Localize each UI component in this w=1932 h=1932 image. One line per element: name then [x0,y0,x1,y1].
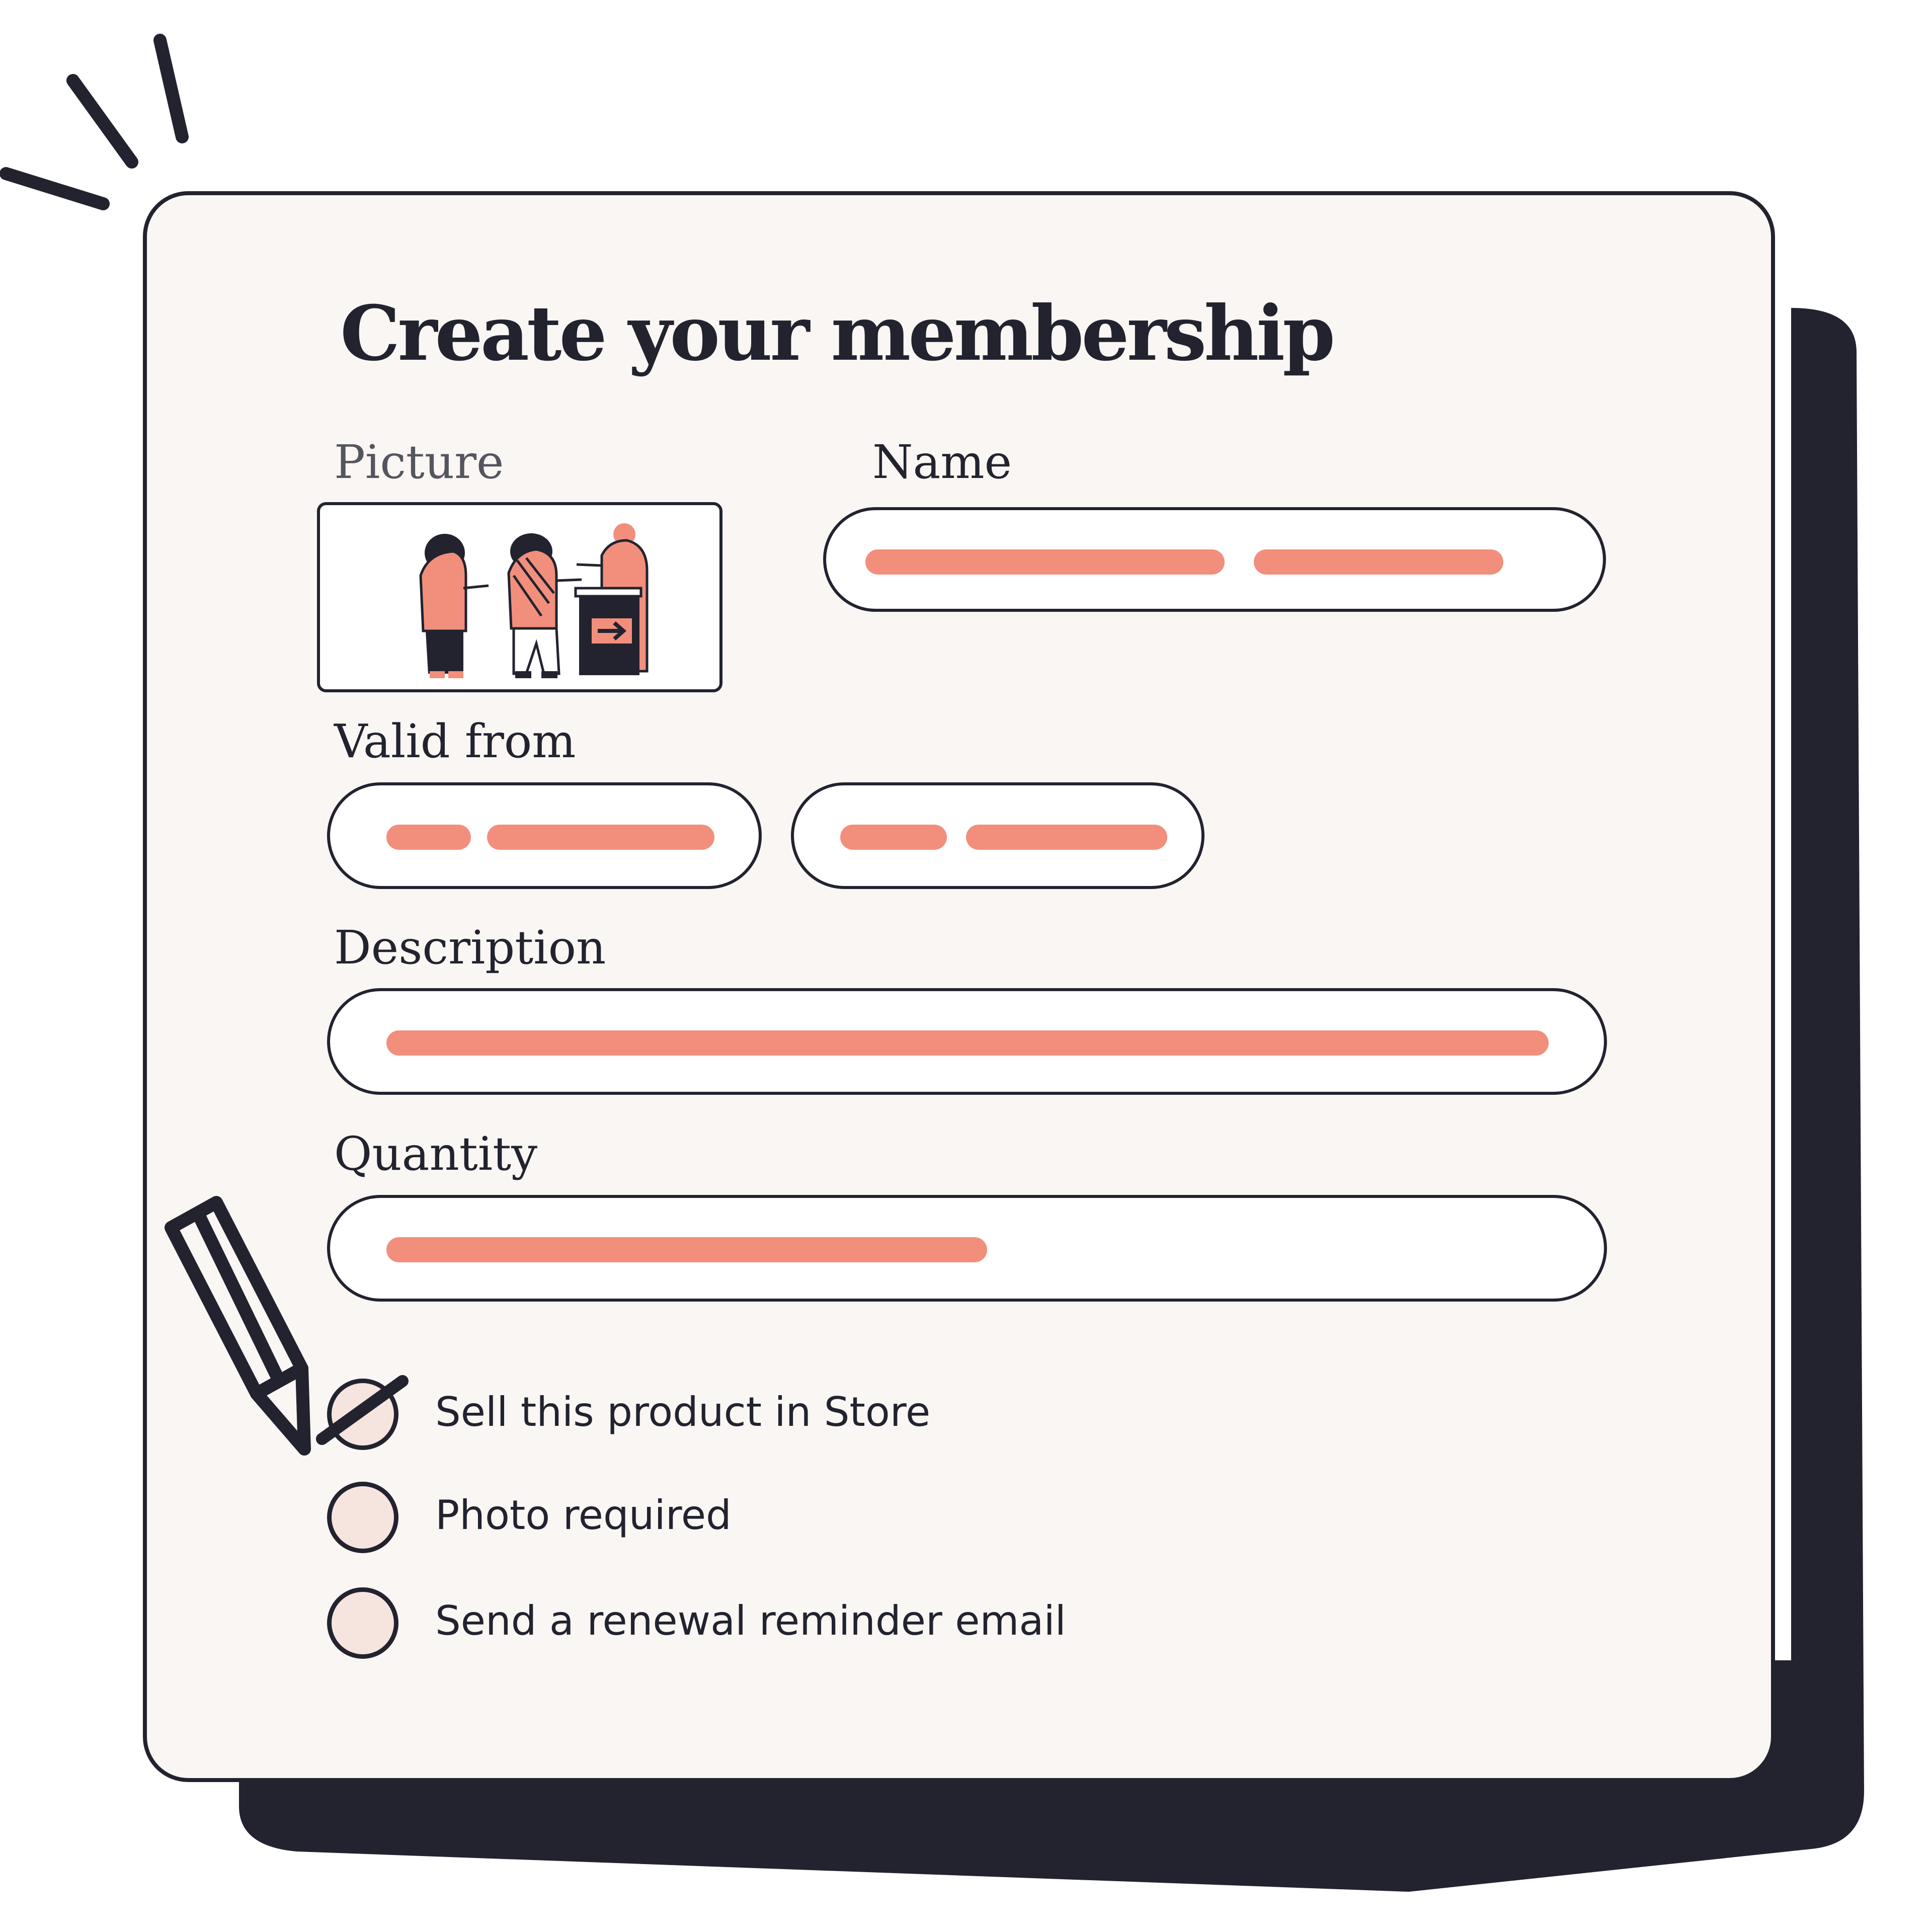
time-value-placeholder [966,825,1167,850]
page-title: Create your membership [340,289,1335,378]
name-label: Name [872,435,1012,489]
membership-form-card [143,191,1775,1782]
quantity-label: Quantity [334,1127,538,1181]
description-value-placeholder [386,1030,1549,1056]
name-value-placeholder [1254,549,1503,575]
picture-label: Picture [334,435,504,489]
picture-upload[interactable] [317,502,722,692]
date-value-placeholder [487,825,714,850]
arrow-right-icon [592,618,632,643]
name-value-placeholder [865,549,1225,575]
photo-required-radio[interactable] [327,1482,398,1553]
people-illustration-icon [419,523,649,678]
sell-in-store-label: Sell this product in Store [435,1389,931,1435]
quantity-field[interactable] [327,1195,1607,1302]
renewal-reminder-label: Send a renewal reminder email [435,1597,1066,1644]
valid-from-label: Valid from [334,714,576,768]
valid-from-time-field[interactable] [791,782,1204,889]
photo-required-label: Photo required [435,1492,732,1539]
quantity-value-placeholder [386,1237,987,1262]
name-field[interactable] [823,507,1606,612]
renewal-reminder-radio[interactable] [327,1587,398,1659]
time-value-placeholder [840,825,947,850]
pencil-icon [165,1196,409,1456]
valid-from-date-field[interactable] [327,782,762,889]
description-label: Description [334,921,606,975]
date-value-placeholder [386,825,471,850]
description-field[interactable] [327,988,1607,1095]
